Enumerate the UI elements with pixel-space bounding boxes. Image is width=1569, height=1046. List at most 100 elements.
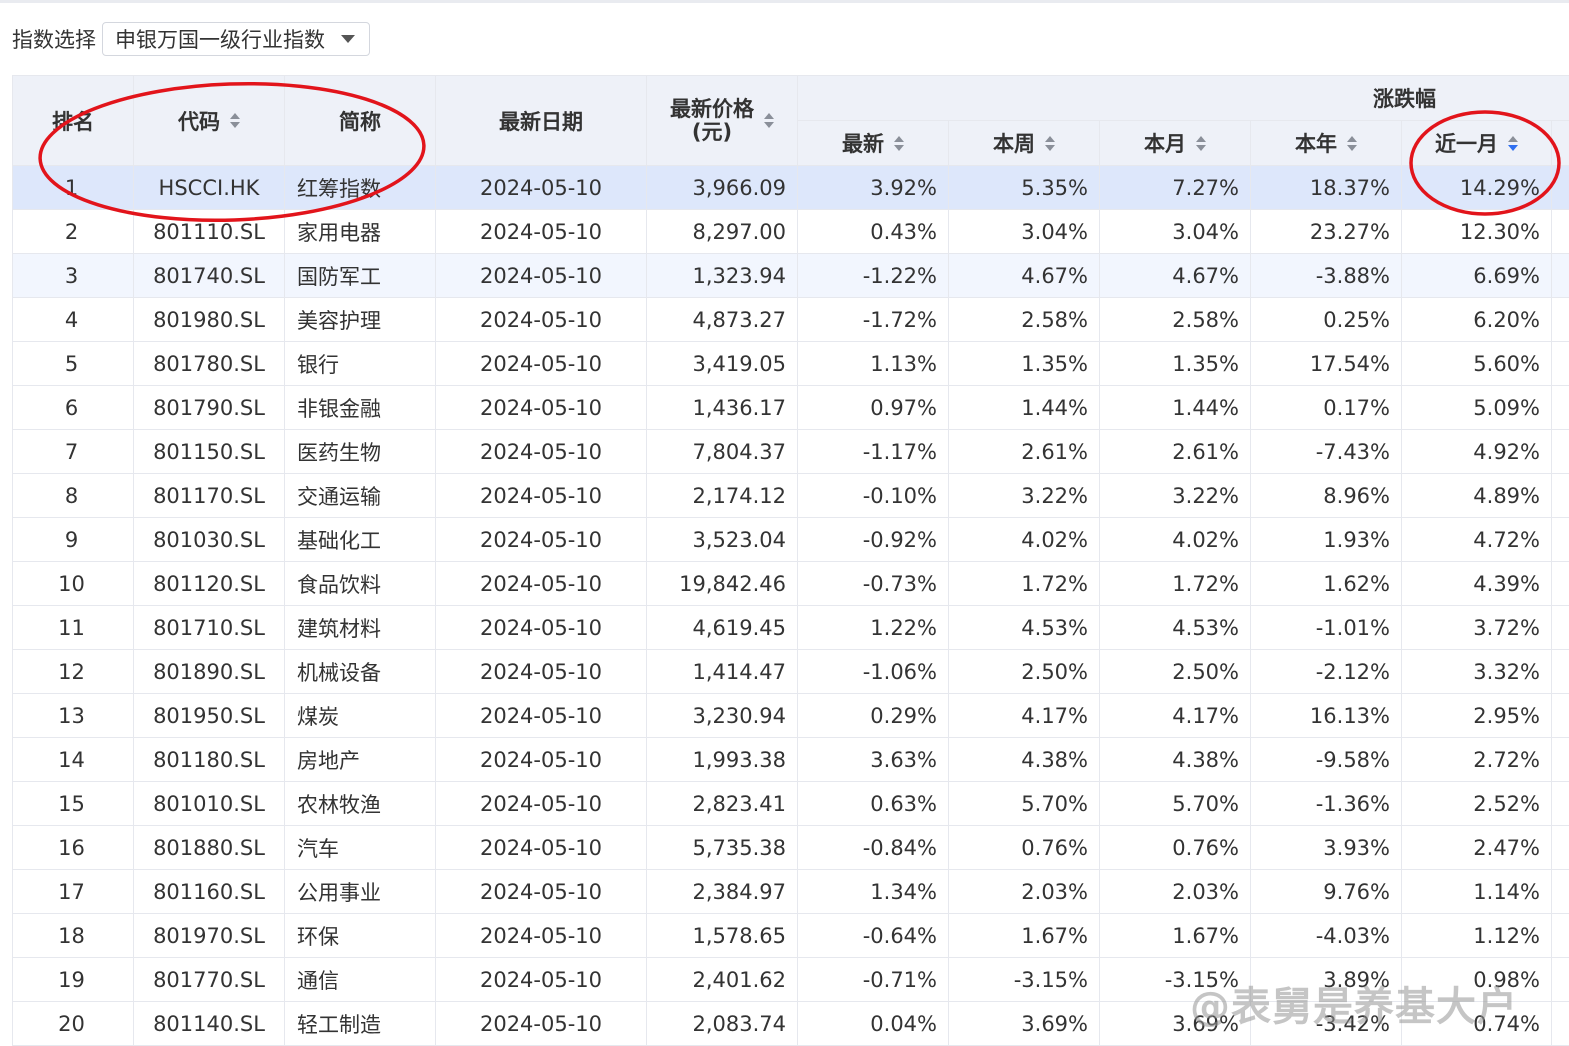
table-row[interactable]: 17801160.SL公用事业2024-05-102,384.971.34%2.… xyxy=(13,870,1569,914)
cell-code: 801880.SL xyxy=(134,826,285,870)
table-row[interactable]: 5801780.SL银行2024-05-103,419.051.13%1.35%… xyxy=(13,342,1569,386)
col-header-week[interactable]: 本周 xyxy=(949,121,1100,166)
sort-icon[interactable] xyxy=(1045,136,1055,151)
sort-icon[interactable] xyxy=(894,136,904,151)
cell-last-month: 3.32% xyxy=(1402,650,1552,694)
cell-code: 801160.SL xyxy=(134,870,285,914)
cell-overflow xyxy=(1552,870,1569,914)
table-row[interactable]: 11801710.SL建筑材料2024-05-104,619.451.22%4.… xyxy=(13,606,1569,650)
cell-month: 2.58% xyxy=(1100,298,1251,342)
cell-year: 18.37% xyxy=(1251,166,1402,210)
cell-price: 5,735.38 xyxy=(647,826,798,870)
cell-week: 3.22% xyxy=(949,474,1100,518)
cell-name: 红筹指数 xyxy=(285,166,436,210)
cell-price: 4,873.27 xyxy=(647,298,798,342)
cell-week: 4.38% xyxy=(949,738,1100,782)
table-row[interactable]: 12801890.SL机械设备2024-05-101,414.47-1.06%2… xyxy=(13,650,1569,694)
cell-date: 2024-05-10 xyxy=(436,782,647,826)
cell-week: -3.15% xyxy=(949,958,1100,1002)
cell-price: 3,230.94 xyxy=(647,694,798,738)
cell-price: 2,384.97 xyxy=(647,870,798,914)
table-row[interactable]: 13801950.SL煤炭2024-05-103,230.940.29%4.17… xyxy=(13,694,1569,738)
sort-icon[interactable] xyxy=(230,113,240,128)
cell-overflow xyxy=(1552,606,1569,650)
table-row[interactable]: 10801120.SL食品饮料2024-05-1019,842.46-0.73%… xyxy=(13,562,1569,606)
cell-overflow xyxy=(1552,518,1569,562)
table-row[interactable]: 2801110.SL家用电器2024-05-108,297.000.43%3.0… xyxy=(13,210,1569,254)
cell-year: 17.54% xyxy=(1251,342,1402,386)
cell-price: 1,436.17 xyxy=(647,386,798,430)
sort-icon[interactable] xyxy=(1196,136,1206,151)
cell-date: 2024-05-10 xyxy=(436,606,647,650)
cell-week: 2.61% xyxy=(949,430,1100,474)
cell-code: 801780.SL xyxy=(134,342,285,386)
cell-week: 4.67% xyxy=(949,254,1100,298)
cell-year: -1.01% xyxy=(1251,606,1402,650)
cell-overflow xyxy=(1552,826,1569,870)
sort-icon[interactable] xyxy=(764,113,774,128)
cell-year: 1.93% xyxy=(1251,518,1402,562)
cell-last-month: 4.89% xyxy=(1402,474,1552,518)
cell-latest: 3.63% xyxy=(798,738,949,782)
cell-last-month: 1.14% xyxy=(1402,870,1552,914)
cell-overflow xyxy=(1552,430,1569,474)
sort-desc-active-icon[interactable] xyxy=(1508,136,1518,151)
cell-latest: -0.84% xyxy=(798,826,949,870)
cell-year: -1.36% xyxy=(1251,782,1402,826)
cell-latest: -1.06% xyxy=(798,650,949,694)
table-row[interactable]: 3801740.SL国防军工2024-05-101,323.94-1.22%4.… xyxy=(13,254,1569,298)
cell-overflow xyxy=(1552,386,1569,430)
cell-price: 2,401.62 xyxy=(647,958,798,1002)
col-header-month[interactable]: 本月 xyxy=(1100,121,1251,166)
col-group-change: 涨跌幅 xyxy=(798,76,1569,121)
cell-last-month: 2.52% xyxy=(1402,782,1552,826)
cell-code: 801980.SL xyxy=(134,298,285,342)
col-header-latest[interactable]: 最新 xyxy=(798,121,949,166)
cell-latest: -1.72% xyxy=(798,298,949,342)
cell-week: 1.35% xyxy=(949,342,1100,386)
top-divider xyxy=(0,0,1569,3)
col-header-price[interactable]: 最新价格(元) xyxy=(647,76,798,166)
cell-rank: 5 xyxy=(13,342,134,386)
table-row[interactable]: 14801180.SL房地产2024-05-101,993.383.63%4.3… xyxy=(13,738,1569,782)
cell-date: 2024-05-10 xyxy=(436,518,647,562)
table-row[interactable]: 4801980.SL美容护理2024-05-104,873.27-1.72%2.… xyxy=(13,298,1569,342)
cell-rank: 10 xyxy=(13,562,134,606)
cell-last-month: 4.39% xyxy=(1402,562,1552,606)
cell-price: 1,993.38 xyxy=(647,738,798,782)
index-select-dropdown[interactable]: 申银万国一级行业指数 xyxy=(102,22,370,56)
col-header-year[interactable]: 本年 xyxy=(1251,121,1402,166)
cell-date: 2024-05-10 xyxy=(436,958,647,1002)
col-header-rank: 排名 xyxy=(13,76,134,166)
cell-rank: 2 xyxy=(13,210,134,254)
table-row[interactable]: 18801970.SL环保2024-05-101,578.65-0.64%1.6… xyxy=(13,914,1569,958)
cell-latest: 0.97% xyxy=(798,386,949,430)
cell-rank: 4 xyxy=(13,298,134,342)
cell-name: 建筑材料 xyxy=(285,606,436,650)
table-row[interactable]: 6801790.SL非银金融2024-05-101,436.170.97%1.4… xyxy=(13,386,1569,430)
table-row[interactable]: 16801880.SL汽车2024-05-105,735.38-0.84%0.7… xyxy=(13,826,1569,870)
cell-latest: -1.17% xyxy=(798,430,949,474)
col-header-overflow xyxy=(1552,121,1569,166)
index-ranking-table: 排名 代码 简称 最新日期 最新价格(元) 涨跌幅 最新 xyxy=(12,75,1569,1046)
cell-week: 2.58% xyxy=(949,298,1100,342)
cell-overflow xyxy=(1552,1002,1569,1046)
cell-overflow xyxy=(1552,254,1569,298)
col-header-code[interactable]: 代码 xyxy=(134,76,285,166)
cell-rank: 17 xyxy=(13,870,134,914)
col-header-last-month[interactable]: 近一月 xyxy=(1402,121,1552,166)
table-row[interactable]: 9801030.SL基础化工2024-05-103,523.04-0.92%4.… xyxy=(13,518,1569,562)
table-row[interactable]: 1HSCCI.HK红筹指数2024-05-103,966.093.92%5.35… xyxy=(13,166,1569,210)
cell-overflow xyxy=(1552,694,1569,738)
cell-overflow xyxy=(1552,650,1569,694)
cell-name: 家用电器 xyxy=(285,210,436,254)
cell-year: 8.96% xyxy=(1251,474,1402,518)
table-row[interactable]: 8801170.SL交通运输2024-05-102,174.12-0.10%3.… xyxy=(13,474,1569,518)
cell-last-month: 2.47% xyxy=(1402,826,1552,870)
cell-name: 环保 xyxy=(285,914,436,958)
cell-overflow xyxy=(1552,474,1569,518)
table-row[interactable]: 7801150.SL医药生物2024-05-107,804.37-1.17%2.… xyxy=(13,430,1569,474)
chevron-down-icon xyxy=(341,35,355,43)
sort-icon[interactable] xyxy=(1347,136,1357,151)
table-row[interactable]: 15801010.SL农林牧渔2024-05-102,823.410.63%5.… xyxy=(13,782,1569,826)
